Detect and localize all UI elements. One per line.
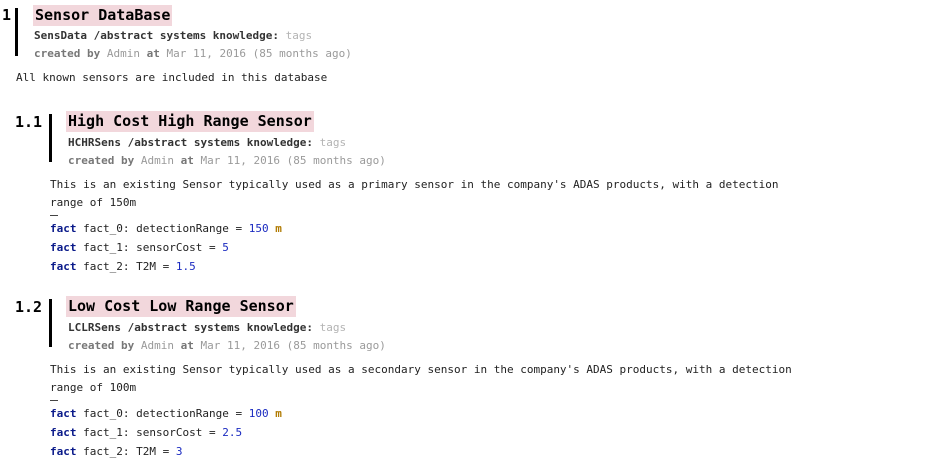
fact-name: fact_0: detectionRange = xyxy=(83,407,243,420)
section-bar xyxy=(49,299,52,347)
section-bar xyxy=(15,8,18,56)
fact-row: fact fact_0: detectionRange = 100 m xyxy=(50,407,282,421)
section-id-line: LCLRSens /abstract systems knowledge: ta… xyxy=(68,321,346,335)
section-bar xyxy=(49,114,52,162)
section-description: All known sensors are included in this d… xyxy=(16,71,328,84)
at-label: at xyxy=(146,47,160,60)
author[interactable]: Admin xyxy=(141,154,174,167)
separator-dash xyxy=(50,400,58,401)
section-number: 1 xyxy=(2,6,12,24)
id-path: LCLRSens /abstract systems knowledge: xyxy=(68,321,314,334)
fact-value: 100 xyxy=(248,407,269,420)
at-label: at xyxy=(180,154,194,167)
section-created-line: created by Admin at Mar 11, 2016 (85 mon… xyxy=(68,154,386,168)
description-line-2: range of 100m xyxy=(50,381,137,394)
fact-value: 5 xyxy=(222,241,229,254)
fact-name: fact_1: sensorCost = xyxy=(83,241,216,254)
fact-row: fact fact_2: T2M = 1.5 xyxy=(50,260,196,274)
section-number: 1.2 xyxy=(15,298,43,316)
author[interactable]: Admin xyxy=(141,339,174,352)
tags-link[interactable]: tags xyxy=(320,321,347,334)
section-title[interactable]: Sensor DataBase xyxy=(33,5,173,26)
section-id-line: SensData /abstract systems knowledge: ta… xyxy=(34,29,312,43)
fact-keyword: fact xyxy=(50,241,77,254)
fact-name: fact_2: T2M = xyxy=(83,445,170,458)
fact-unit: m xyxy=(275,222,282,235)
fact-name: fact_2: T2M = xyxy=(83,260,170,273)
id-path: SensData /abstract systems knowledge: xyxy=(34,29,280,42)
fact-unit: m xyxy=(275,407,282,420)
created-date: Mar 11, 2016 (85 months ago) xyxy=(166,47,352,60)
fact-keyword: fact xyxy=(50,222,77,235)
fact-keyword: fact xyxy=(50,407,77,420)
fact-value: 2.5 xyxy=(222,426,243,439)
fact-row: fact fact_1: sensorCost = 2.5 xyxy=(50,426,242,440)
created-by-label: created by xyxy=(34,47,101,60)
description-line-2: range of 150m xyxy=(50,196,137,209)
fact-keyword: fact xyxy=(50,445,77,458)
id-path: HCHRSens /abstract systems knowledge: xyxy=(68,136,314,149)
section-title[interactable]: Low Cost Low Range Sensor xyxy=(66,296,296,317)
fact-row: fact fact_0: detectionRange = 150 m xyxy=(50,222,282,236)
fact-value: 3 xyxy=(175,445,183,458)
tags-link[interactable]: tags xyxy=(320,136,347,149)
section-title[interactable]: High Cost High Range Sensor xyxy=(66,111,314,132)
at-label: at xyxy=(180,339,194,352)
fact-keyword: fact xyxy=(50,426,77,439)
fact-value: 150 xyxy=(248,222,269,235)
section-created-line: created by Admin at Mar 11, 2016 (85 mon… xyxy=(68,339,386,353)
created-date: Mar 11, 2016 (85 months ago) xyxy=(200,154,386,167)
fact-keyword: fact xyxy=(50,260,77,273)
created-date: Mar 11, 2016 (85 months ago) xyxy=(200,339,386,352)
section-created-line: created by Admin at Mar 11, 2016 (85 mon… xyxy=(34,47,352,61)
section-id-line: HCHRSens /abstract systems knowledge: ta… xyxy=(68,136,346,150)
fact-name: fact_1: sensorCost = xyxy=(83,426,216,439)
created-by-label: created by xyxy=(68,339,135,352)
fact-row: fact fact_2: T2M = 3 xyxy=(50,445,182,459)
author[interactable]: Admin xyxy=(107,47,140,60)
section-number: 1.1 xyxy=(15,113,43,131)
created-by-label: created by xyxy=(68,154,135,167)
fact-row: fact fact_1: sensorCost = 5 xyxy=(50,241,229,255)
description-line-1: This is an existing Sensor typically use… xyxy=(50,363,792,376)
tags-link[interactable]: tags xyxy=(286,29,313,42)
description-line-1: This is an existing Sensor typically use… xyxy=(50,178,779,191)
fact-name: fact_0: detectionRange = xyxy=(83,222,243,235)
fact-value: 1.5 xyxy=(175,260,196,273)
separator-dash xyxy=(50,215,58,216)
